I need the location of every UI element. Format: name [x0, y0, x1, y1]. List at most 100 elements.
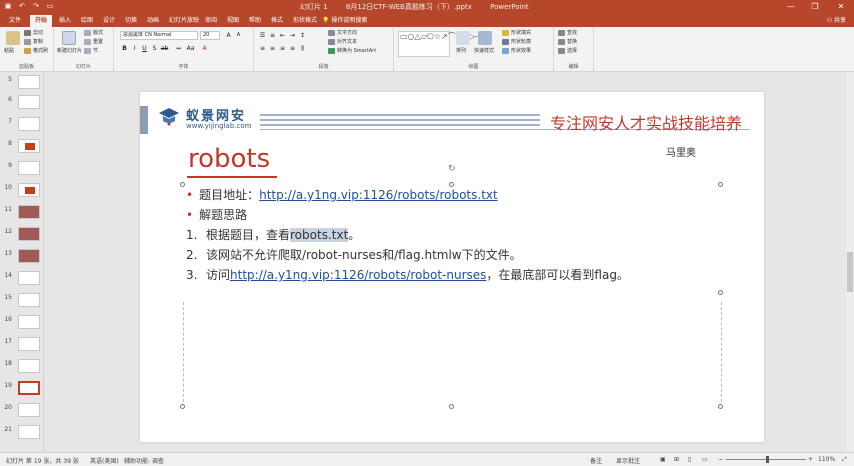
paste-button[interactable]: 粘贴 — [4, 47, 14, 55]
shape-fill-button[interactable]: 形状填充 — [502, 29, 531, 37]
shadow-button[interactable]: S — [150, 44, 159, 53]
resize-handle[interactable] — [718, 290, 723, 295]
decrease-indent-button[interactable]: ⇤ — [278, 31, 287, 40]
address-link[interactable]: http://a.y1ng.vip:1126/robots/robots.txt — [259, 188, 498, 202]
slide-title[interactable]: robots — [188, 144, 270, 174]
resize-handle[interactable] — [180, 404, 185, 409]
thumbnail[interactable]: 17 — [4, 336, 42, 356]
tab-transitions[interactable]: 切换 — [120, 15, 142, 27]
section-button[interactable]: 节 — [84, 47, 98, 55]
align-left-button[interactable]: ≡ — [258, 44, 267, 53]
scrollbar-thumb[interactable] — [847, 252, 853, 292]
tab-slideshow[interactable]: 幻灯片放映 — [164, 15, 204, 27]
resize-handle[interactable] — [449, 404, 454, 409]
quick-styles-icon[interactable] — [478, 31, 492, 45]
bold-button[interactable]: B — [120, 44, 129, 53]
close-button[interactable]: ✕ — [830, 0, 852, 14]
comments-button[interactable]: 显示批注 — [616, 456, 640, 465]
shapes-gallery[interactable]: ▭○△▱⬠☆↗⌒⊡⊞▷⎯ — [398, 31, 479, 57]
select-button[interactable]: 选择 — [558, 47, 577, 55]
language-indicator[interactable]: 英语(美国) — [90, 456, 119, 465]
shape-effects-button[interactable]: 形状效果 — [502, 47, 531, 55]
thumbnail[interactable]: 7 — [4, 116, 42, 136]
present-icon[interactable]: ▭ — [46, 2, 54, 11]
share-button[interactable]: ⚇ 共享 — [827, 15, 846, 26]
quick-styles-button[interactable]: 快速样式 — [474, 47, 494, 55]
format-painter-button[interactable]: 格式刷 — [24, 47, 48, 55]
align-center-button[interactable]: ≡ — [268, 44, 277, 53]
thumbnail[interactable]: 9 — [4, 160, 42, 180]
underline-button[interactable]: U — [140, 44, 149, 53]
resize-handle[interactable] — [180, 182, 185, 187]
tab-shape-format[interactable]: 形状格式 — [288, 15, 322, 27]
tab-insert[interactable]: 插入 — [54, 15, 76, 27]
shape-outline-button[interactable]: 形状轮廓 — [502, 38, 531, 46]
reading-view-icon[interactable]: ▯ — [688, 456, 691, 463]
line-spacing-button[interactable]: ↕ — [298, 31, 307, 40]
tab-design[interactable]: 设计 — [98, 15, 120, 27]
slide-canvas[interactable]: 蚁景网安 www.yijinglab.com 专注网安人才实战技能培养 马里奥 … — [140, 92, 764, 442]
char-spacing-button[interactable]: ↔ — [174, 44, 183, 53]
new-slide-button[interactable]: 新建幻灯片 — [57, 47, 82, 55]
zoom-slider-knob[interactable] — [766, 456, 770, 463]
thumbnail[interactable]: 13 — [4, 248, 42, 268]
thumbnail-selected[interactable]: 19 — [4, 380, 42, 400]
tell-me-search[interactable]: 💡 操作说明搜索 — [322, 15, 367, 26]
tab-animations[interactable]: 动画 — [142, 15, 164, 27]
font-size-select[interactable]: 20 — [200, 31, 220, 40]
layout-button[interactable]: 版式 — [84, 29, 103, 37]
smartart-button[interactable]: 转换为 SmartArt — [328, 47, 376, 55]
zoom-out-icon[interactable]: − — [718, 456, 723, 463]
columns-button[interactable]: ⫼ — [298, 44, 307, 53]
font-color-button[interactable]: A — [200, 44, 209, 53]
text-direction-button[interactable]: 文字方向 — [328, 29, 357, 37]
find-button[interactable]: 查找 — [558, 29, 577, 37]
slideshow-view-icon[interactable]: ▭ — [702, 456, 708, 463]
thumbnail[interactable]: 5 — [4, 74, 42, 94]
zoom-in-icon[interactable]: + — [808, 456, 813, 463]
resize-handle[interactable] — [718, 182, 723, 187]
redo-icon[interactable]: ↷ — [32, 2, 40, 11]
rotate-handle-icon[interactable]: ↻ — [448, 164, 456, 174]
thumbnail[interactable]: 10 — [4, 182, 42, 202]
copy-button[interactable]: 复制 — [24, 38, 43, 46]
zoom-level[interactable]: 110% — [818, 456, 835, 463]
thumbnail[interactable]: 16 — [4, 314, 42, 334]
grow-font-button[interactable]: A — [224, 31, 233, 40]
align-text-button[interactable]: 对齐文本 — [328, 38, 357, 46]
save-icon[interactable]: ▣ — [4, 2, 12, 11]
vertical-scrollbar[interactable] — [846, 72, 854, 452]
thumbnail[interactable]: 11 — [4, 204, 42, 224]
align-right-button[interactable]: ≡ — [278, 44, 287, 53]
numbering-button[interactable]: ≡ — [268, 31, 277, 40]
tab-format[interactable]: 格式 — [266, 15, 288, 27]
accessibility-status[interactable]: 辅助功能: 调查 — [124, 456, 164, 465]
thumbnail[interactable]: 18 — [4, 358, 42, 378]
notes-button[interactable]: 备注 — [590, 456, 602, 465]
tab-home[interactable]: 开始 — [30, 15, 53, 27]
arrange-button[interactable]: 排列 — [456, 47, 466, 55]
tab-view[interactable]: 视图 — [222, 15, 244, 27]
undo-icon[interactable]: ↶ — [18, 2, 26, 11]
thumbnail[interactable]: 21 — [4, 424, 42, 444]
arrange-icon[interactable] — [456, 31, 470, 45]
restore-button[interactable]: ❐ — [804, 0, 826, 14]
increase-indent-button[interactable]: ⇥ — [288, 31, 297, 40]
minimize-button[interactable]: — — [780, 0, 802, 14]
thumbnail[interactable]: 15 — [4, 292, 42, 312]
thumbnail[interactable]: 12 — [4, 226, 42, 246]
tab-review[interactable]: 审阅 — [200, 15, 222, 27]
fit-slide-icon[interactable]: ⤢ — [842, 456, 847, 464]
paste-icon[interactable] — [6, 31, 20, 45]
sorter-view-icon[interactable]: ⊞ — [674, 456, 679, 463]
bullets-button[interactable]: ☰ — [258, 31, 267, 40]
tab-help[interactable]: 帮助 — [244, 15, 266, 27]
thumbnail[interactable]: 14 — [4, 270, 42, 290]
new-slide-icon[interactable] — [62, 31, 76, 45]
italic-button[interactable]: I — [130, 44, 139, 53]
thumbnail[interactable]: 6 — [4, 94, 42, 114]
strikethrough-button[interactable]: ab — [160, 44, 169, 53]
justify-button[interactable]: ≡ — [288, 44, 297, 53]
tab-file[interactable]: 文件 — [4, 15, 26, 27]
thumbnail[interactable]: 8 — [4, 138, 42, 158]
